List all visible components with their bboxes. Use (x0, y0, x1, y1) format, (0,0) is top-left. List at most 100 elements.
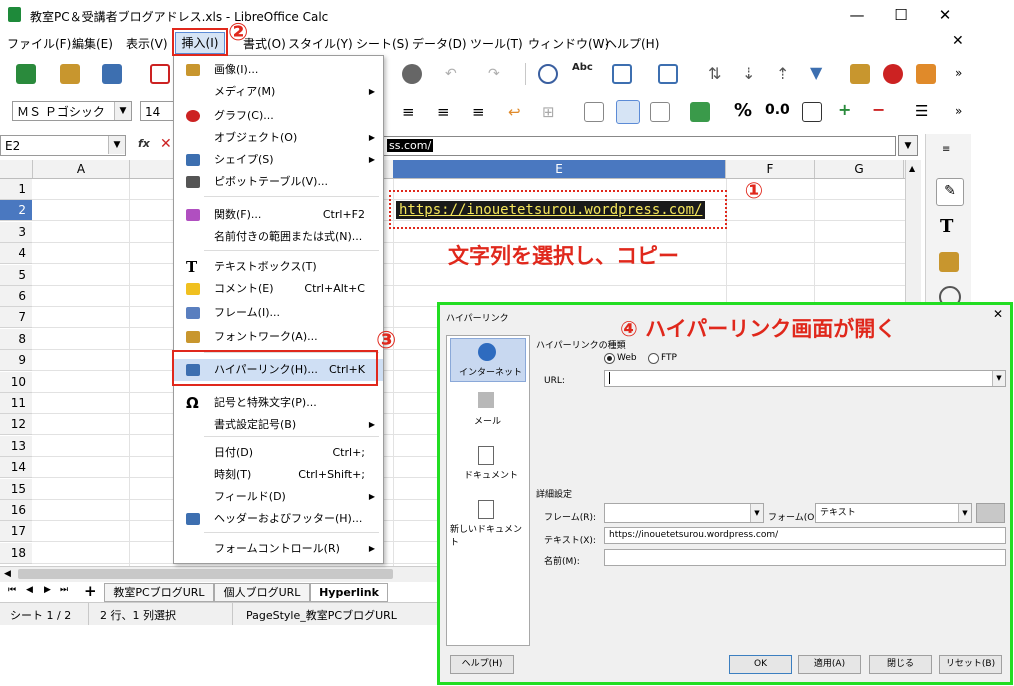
save-icon[interactable] (102, 64, 122, 84)
row-header[interactable]: 2 (0, 200, 32, 221)
percent-format-button[interactable]: % (734, 100, 752, 121)
radio-web[interactable] (604, 353, 615, 364)
row-header[interactable]: 6 (0, 286, 32, 307)
text-input[interactable]: https://inouetetsurou.wordpress.com/ (604, 527, 1006, 544)
date-format-icon[interactable] (802, 102, 822, 122)
column-header-e[interactable]: E (393, 160, 726, 178)
menu-edit[interactable]: 編集(E) (72, 35, 113, 52)
insert-menu-item[interactable]: フィールド(D) ▶ (174, 486, 383, 508)
delete-decimal-icon[interactable]: − (872, 100, 885, 119)
reset-button[interactable]: リセット(B) (939, 655, 1002, 674)
insert-menu-item[interactable]: 時刻(T) Ctrl+Shift+; (174, 464, 383, 486)
insert-menu-item[interactable]: T テキストボックス(T) (174, 256, 383, 278)
close-document-button[interactable]: ✕ (952, 33, 964, 49)
sort-icon[interactable]: ⇅ (708, 64, 721, 83)
column-icon[interactable] (658, 64, 678, 84)
add-sheet-icon[interactable]: + (84, 582, 97, 600)
insert-menu-item[interactable]: 関数(F)... Ctrl+F2 (174, 204, 383, 226)
scroll-up-icon[interactable]: ▲ (909, 164, 915, 173)
row-header[interactable]: 13 (0, 436, 32, 457)
dialog-close-button[interactable]: ✕ (993, 307, 1003, 321)
menu-tools[interactable]: ツール(T) (470, 35, 523, 52)
toolbar-overflow-icon[interactable]: » (955, 104, 962, 118)
redo-icon[interactable]: ↷ (488, 66, 500, 82)
function-wizard-icon[interactable]: fx (138, 137, 150, 150)
row-header[interactable]: 9 (0, 350, 32, 371)
menu-file[interactable]: ファイル(F) (7, 35, 71, 52)
sheet-tab-3[interactable]: Hyperlink (310, 583, 388, 602)
category-new-document[interactable]: 新しいドキュメント (450, 496, 524, 548)
menu-data[interactable]: データ(D) (412, 35, 467, 52)
category-internet[interactable]: インターネット (450, 338, 526, 382)
clear-formatting-icon[interactable] (402, 64, 422, 84)
category-mail[interactable]: メール (450, 388, 524, 432)
toolbar-overflow-icon[interactable]: » (955, 66, 962, 80)
align-center-icon[interactable]: ≡ (437, 103, 450, 121)
insert-menu-item[interactable]: オブジェクト(O) ▶ (174, 127, 383, 149)
menu-window[interactable]: ウィンドウ(W) (528, 35, 609, 52)
styles-icon[interactable]: T (940, 216, 953, 237)
insert-menu-item[interactable]: グラフ(C)... (174, 105, 383, 127)
prev-sheet-icon[interactable]: ◀ (26, 585, 33, 595)
align-middle-icon[interactable] (616, 100, 640, 124)
row-header[interactable]: 8 (0, 329, 32, 350)
row-header[interactable]: 7 (0, 307, 32, 328)
insert-chart-icon[interactable] (883, 64, 903, 84)
row-header[interactable]: 17 (0, 521, 32, 542)
align-left-icon[interactable]: ≡ (402, 103, 415, 121)
events-button[interactable] (976, 503, 1005, 523)
wrap-text-icon[interactable]: ↩ (508, 103, 521, 121)
autofilter-icon[interactable]: ▼ (810, 63, 822, 82)
find-replace-icon[interactable] (538, 64, 558, 84)
row-header[interactable]: 3 (0, 222, 32, 243)
row-header[interactable]: 1 (0, 179, 32, 200)
help-button[interactable]: ヘルプ(H) (450, 655, 514, 674)
chevron-down-icon[interactable]: ▼ (750, 504, 763, 522)
sort-descending-icon[interactable]: ⇡ (776, 64, 789, 83)
last-sheet-icon[interactable]: ⏭ (60, 585, 68, 595)
scroll-left-icon[interactable]: ◀ (4, 569, 11, 579)
column-header-g[interactable]: G (815, 160, 904, 178)
cell-e2-hyperlink[interactable]: https://inouetetsurou.wordpress.com/ (396, 201, 706, 219)
insert-image-icon[interactable] (850, 64, 870, 84)
sidebar-menu-icon[interactable]: ≡ (942, 144, 950, 155)
merge-cells-icon[interactable]: ⊞ (542, 103, 555, 121)
scroll-thumb[interactable] (18, 569, 393, 579)
menu-sheet[interactable]: シート(S) (356, 35, 409, 52)
form-combo[interactable]: テキスト ▼ (815, 503, 972, 523)
number-format-button[interactable]: 0.0 (765, 102, 790, 118)
row-header[interactable]: 11 (0, 393, 32, 414)
select-all-corner[interactable] (0, 160, 33, 178)
ok-button[interactable]: OK (729, 655, 792, 674)
row-header[interactable]: 4 (0, 243, 32, 264)
insert-menu-item[interactable]: コメント(E) Ctrl+Alt+C (174, 278, 383, 300)
menu-help[interactable]: ヘルプ(H) (605, 35, 659, 52)
insert-menu-item[interactable]: 日付(D) Ctrl+; (174, 442, 383, 464)
first-sheet-icon[interactable]: ⏮ (8, 585, 16, 595)
name-box[interactable]: E2 ▼ (0, 135, 126, 156)
chevron-down-icon[interactable]: ▼ (992, 371, 1005, 386)
font-name-combo[interactable]: ＭＳ Ｐゴシック ▼ (12, 101, 132, 121)
insert-menu-item[interactable]: ヘッダーおよびフッター(H)... (174, 508, 383, 530)
maximize-button[interactable]: ☐ (886, 4, 916, 26)
menu-view[interactable]: 表示(V) (126, 35, 168, 52)
align-bottom-icon[interactable] (650, 102, 670, 122)
properties-icon[interactable]: ✎ (936, 178, 964, 206)
radio-ftp[interactable] (648, 353, 659, 364)
insert-menu-item[interactable]: シェイプ(S) ▶ (174, 149, 383, 171)
insert-menu-item[interactable]: Ω 記号と特殊文字(P)... (174, 392, 383, 414)
chevron-down-icon[interactable]: ▼ (958, 504, 971, 522)
insert-menu-item[interactable]: 画像(I)... (174, 59, 383, 81)
insert-menu-item[interactable]: フォームコントロール(R) ▶ (174, 538, 383, 560)
row-header[interactable]: 18 (0, 543, 32, 564)
open-folder-icon[interactable] (60, 64, 80, 84)
expand-formula-bar-icon[interactable]: ▼ (898, 135, 918, 156)
insert-menu-item[interactable]: フレーム(I)... (174, 302, 383, 324)
name-input[interactable] (604, 549, 1006, 566)
minimize-button[interactable]: — (842, 4, 872, 26)
add-decimal-icon[interactable]: + (838, 100, 851, 119)
gallery-icon[interactable] (939, 252, 959, 272)
menu-styles[interactable]: スタイル(Y) (288, 35, 353, 52)
pivot-table-icon[interactable] (916, 64, 936, 84)
insert-menu-item[interactable]: ピボットテーブル(V)... (174, 171, 383, 193)
